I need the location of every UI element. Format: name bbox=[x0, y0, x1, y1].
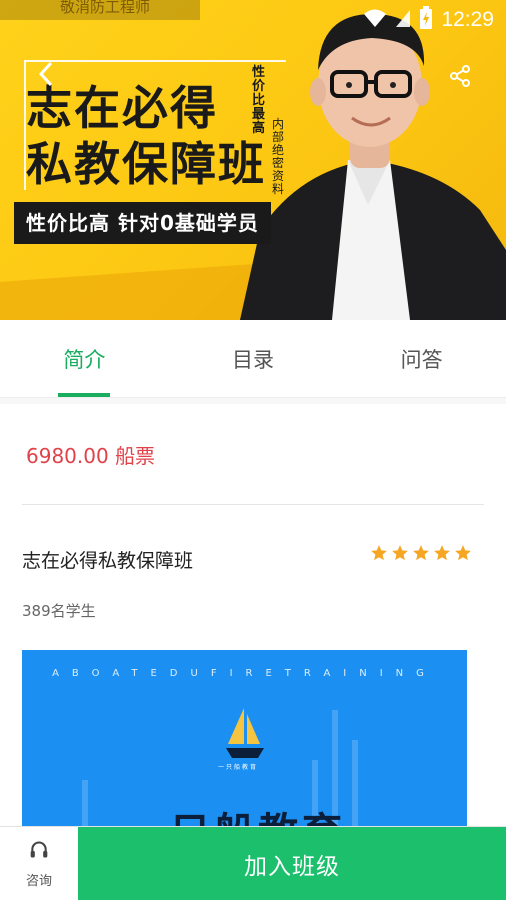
headset-icon bbox=[29, 840, 49, 864]
star-icon bbox=[370, 544, 388, 566]
star-icon bbox=[433, 544, 451, 566]
course-banner: 敬消防工程师 志在必得 私教保障班 性价比最高 内部绝密资料 性价比高 针对0基… bbox=[0, 0, 506, 320]
consult-button[interactable]: 咨询 bbox=[0, 827, 78, 900]
promo-logo-text: 一只船教育 bbox=[218, 764, 259, 771]
course-price: 6980.00 船票 bbox=[26, 444, 156, 468]
status-time: 12:29 bbox=[441, 8, 494, 31]
banner-title-line-2: 私教保障班 bbox=[26, 137, 266, 191]
banner-faded-text: 敬消防工程师 bbox=[60, 0, 151, 16]
banner-vertical-text-2: 内部绝密资料 bbox=[272, 117, 285, 196]
promo-bar-decoration bbox=[82, 780, 88, 830]
back-button[interactable] bbox=[28, 58, 64, 94]
course-tabs: 简介 目录 问答 bbox=[0, 320, 506, 398]
banner-vertical-text-1: 性价比最高 bbox=[252, 65, 266, 136]
share-button[interactable] bbox=[444, 62, 476, 94]
promo-bar-decoration bbox=[352, 740, 358, 830]
rating-stars bbox=[370, 544, 472, 566]
chevron-left-icon bbox=[38, 61, 54, 91]
tab-intro[interactable]: 简介 bbox=[0, 320, 169, 397]
sailboat-logo-icon bbox=[226, 708, 264, 758]
course-title: 志在必得私教保障班 bbox=[22, 550, 194, 572]
tab-qa[interactable]: 问答 bbox=[337, 320, 506, 397]
tab-separator bbox=[0, 398, 506, 404]
battery-charging-icon bbox=[419, 6, 433, 34]
course-promo-image: ABOATEDUFIRETRAINING 一只船教育 只船教育 bbox=[22, 650, 467, 830]
star-icon bbox=[454, 544, 472, 566]
signal-icon bbox=[395, 8, 411, 32]
share-icon bbox=[448, 64, 472, 92]
tab-catalog[interactable]: 目录 bbox=[169, 320, 338, 397]
divider bbox=[22, 504, 484, 505]
banner-slogan: 性价比高 针对0基础学员 bbox=[14, 202, 271, 244]
wifi-icon bbox=[363, 8, 387, 32]
banner-title: 志在必得 私教保障班 bbox=[26, 80, 266, 192]
bottom-action-bar: 咨询 加入班级 bbox=[0, 826, 506, 900]
star-icon bbox=[412, 544, 430, 566]
consult-label: 咨询 bbox=[25, 873, 52, 889]
star-icon bbox=[391, 544, 409, 566]
status-bar: 12:29 bbox=[286, 0, 506, 40]
join-class-button[interactable]: 加入班级 bbox=[78, 827, 506, 900]
promo-letters: ABOATEDUFIRETRAINING bbox=[52, 668, 437, 679]
student-count: 389名学生 bbox=[22, 602, 96, 620]
